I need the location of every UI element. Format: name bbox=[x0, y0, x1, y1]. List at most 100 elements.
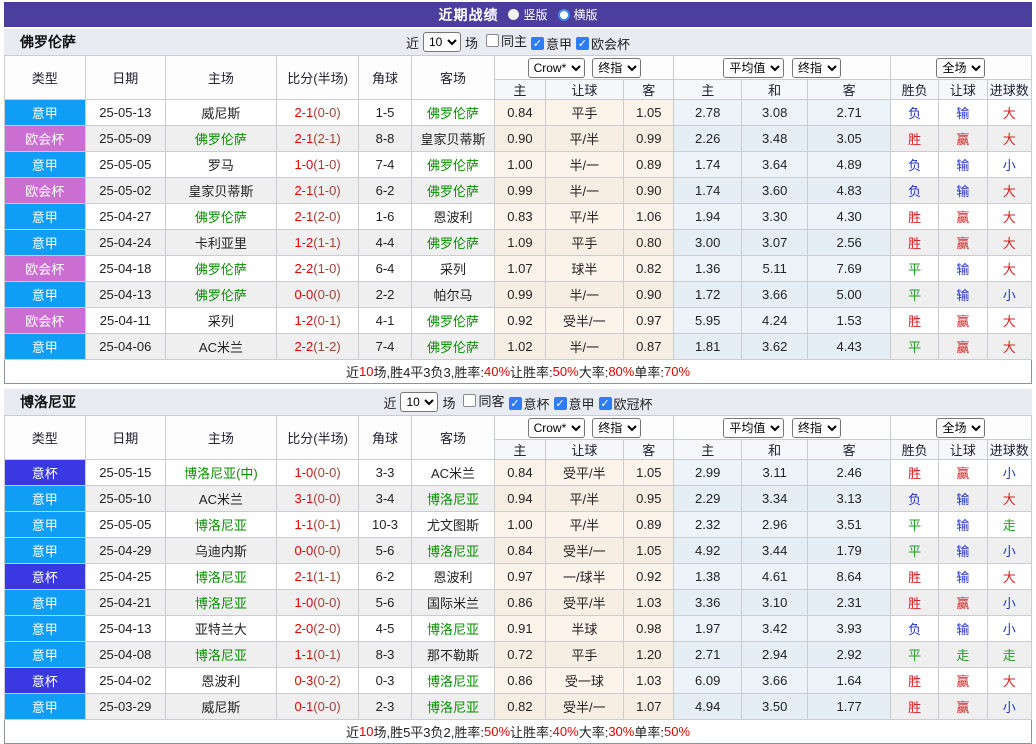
horizontal-layout-radio[interactable]: 横版 bbox=[558, 6, 598, 23]
home-team-cell: 佛罗伦萨 bbox=[166, 282, 277, 308]
match-count-select[interactable]: 10 bbox=[400, 392, 438, 412]
odds-home-cell: 0.90 bbox=[495, 126, 545, 152]
result-wdl-cell: 胜 bbox=[890, 308, 938, 334]
summary-text: 50% bbox=[484, 724, 510, 739]
result-wdl-cell: 胜 bbox=[890, 694, 938, 720]
filter-checkbox[interactable]: 同客 bbox=[463, 391, 504, 410]
summary-text: 50% bbox=[553, 364, 579, 379]
score-cell: 0-1(0-0) bbox=[276, 694, 359, 720]
date-cell: 25-04-24 bbox=[85, 230, 166, 256]
result-goals-cell: 大 bbox=[987, 334, 1031, 360]
date-cell: 25-04-08 bbox=[85, 642, 166, 668]
away-team-cell: 采列 bbox=[411, 256, 495, 282]
corner-cell: 1-6 bbox=[359, 204, 411, 230]
result-handicap-cell: 输 bbox=[939, 256, 987, 282]
odds-away-cell: 0.95 bbox=[624, 486, 674, 512]
col-type-header: 类型 bbox=[5, 56, 86, 100]
bookmaker-select[interactable]: Crow* bbox=[528, 418, 585, 438]
checkbox-unchecked-icon[interactable] bbox=[463, 394, 476, 407]
halftime-score: (1-1) bbox=[313, 235, 340, 250]
league-badge: 意甲 bbox=[5, 152, 86, 178]
result-wdl-header: 胜负 bbox=[890, 80, 938, 100]
avg-home-cell: 1.94 bbox=[674, 204, 741, 230]
table-row: 意杯25-05-15博洛尼亚(中)1-0(0-0)3-3AC米兰0.84受平/半… bbox=[5, 460, 1032, 486]
away-team-cell: 佛罗伦萨 bbox=[411, 100, 495, 126]
result-wdl-cell: 负 bbox=[890, 616, 938, 642]
filter-checkbox[interactable]: ✓欧会杯 bbox=[576, 34, 630, 53]
odds-home-cell: 0.83 bbox=[495, 204, 545, 230]
corner-cell: 6-2 bbox=[359, 178, 411, 204]
filter-checkbox[interactable]: 同主 bbox=[486, 31, 527, 50]
average-select[interactable]: 平均值 bbox=[723, 418, 784, 438]
avg-home-cell: 1.97 bbox=[674, 616, 741, 642]
odds-final-select[interactable]: 终指 bbox=[592, 418, 641, 438]
fulltime-score: 1-1 bbox=[294, 517, 313, 532]
away-team-cell: 博洛尼亚 bbox=[411, 616, 495, 642]
home-team-cell: 皇家贝蒂斯 bbox=[166, 178, 277, 204]
league-badge: 欧会杯 bbox=[5, 256, 86, 282]
avg-draw-cell: 3.66 bbox=[741, 282, 807, 308]
fulltime-select[interactable]: 全场 bbox=[936, 58, 985, 78]
avg-draw-cell: 5.11 bbox=[741, 256, 807, 282]
halftime-score: (0-0) bbox=[313, 491, 340, 506]
away-team-cell: 博洛尼亚 bbox=[411, 694, 495, 720]
odds-away-cell: 0.98 bbox=[624, 616, 674, 642]
avg-home-cell: 1.72 bbox=[674, 282, 741, 308]
average-final-select[interactable]: 终指 bbox=[792, 58, 841, 78]
checkbox-checked-icon[interactable]: ✓ bbox=[576, 37, 589, 50]
col-away-header: 客场 bbox=[411, 56, 495, 100]
date-cell: 25-04-02 bbox=[85, 668, 166, 694]
bookmaker-select[interactable]: Crow* bbox=[528, 58, 585, 78]
vertical-layout-radio[interactable]: 竖版 bbox=[508, 6, 547, 23]
odds-handicap-cell: 平手 bbox=[545, 230, 624, 256]
league-filter-group: 同主✓意甲✓欧会杯 bbox=[482, 31, 630, 53]
result-handicap-cell: 赢 bbox=[939, 590, 987, 616]
corner-cell: 5-6 bbox=[359, 538, 411, 564]
result-wdl-cell: 负 bbox=[890, 100, 938, 126]
odds-home-cell: 1.09 bbox=[495, 230, 545, 256]
odds-home-cell: 1.07 bbox=[495, 256, 545, 282]
average-final-select[interactable]: 终指 bbox=[792, 418, 841, 438]
odds-handicap-cell: 受平/半 bbox=[545, 460, 624, 486]
fulltime-select[interactable]: 全场 bbox=[936, 418, 985, 438]
odds-home-cell: 0.84 bbox=[495, 460, 545, 486]
away-team-cell: 佛罗伦萨 bbox=[411, 334, 495, 360]
corner-cell: 4-1 bbox=[359, 308, 411, 334]
halftime-score: (0-0) bbox=[313, 699, 340, 714]
vertical-layout-label: 竖版 bbox=[523, 6, 547, 23]
radio-unselected-icon[interactable] bbox=[558, 9, 570, 21]
odds-away-cell: 1.05 bbox=[624, 100, 674, 126]
filter-checkbox[interactable]: ✓意甲 bbox=[531, 34, 572, 53]
odds-handicap-cell: 球半 bbox=[545, 256, 624, 282]
col-date-header: 日期 bbox=[85, 416, 166, 460]
halftime-score: (0-0) bbox=[313, 465, 340, 480]
home-team-cell: 采列 bbox=[166, 308, 277, 334]
home-team-cell: 卡利亚里 bbox=[166, 230, 277, 256]
result-handicap-header: 让球 bbox=[939, 440, 987, 460]
summary-text: 70% bbox=[664, 364, 690, 379]
avg-away-cell: 4.43 bbox=[808, 334, 891, 360]
avg-home-header: 主 bbox=[674, 80, 741, 100]
filter-checkbox[interactable]: ✓意甲 bbox=[554, 394, 595, 413]
odds-away-cell: 1.03 bbox=[624, 590, 674, 616]
date-cell: 25-05-10 bbox=[85, 486, 166, 512]
match-count-select[interactable]: 10 bbox=[423, 32, 461, 52]
checkbox-checked-icon[interactable]: ✓ bbox=[599, 397, 612, 410]
average-select[interactable]: 平均值 bbox=[723, 58, 784, 78]
checkbox-checked-icon[interactable]: ✓ bbox=[554, 397, 567, 410]
avg-away-cell: 1.77 bbox=[808, 694, 891, 720]
fulltime-score: 0-3 bbox=[294, 673, 313, 688]
radio-selected-icon[interactable] bbox=[508, 9, 519, 20]
checkbox-checked-icon[interactable]: ✓ bbox=[509, 397, 522, 410]
checkbox-unchecked-icon[interactable] bbox=[486, 34, 499, 47]
checkbox-checked-icon[interactable]: ✓ bbox=[531, 37, 544, 50]
result-wdl-cell: 胜 bbox=[890, 460, 938, 486]
odds-handicap-cell: 平/半 bbox=[545, 512, 624, 538]
filter-checkbox[interactable]: ✓欧冠杯 bbox=[599, 394, 653, 413]
filter-checkbox[interactable]: ✓意杯 bbox=[509, 394, 550, 413]
col-date-header: 日期 bbox=[85, 56, 166, 100]
table-row: 意甲25-05-05博洛尼亚1-1(0-1)10-3尤文图斯1.00平/半0.8… bbox=[5, 512, 1032, 538]
odds-final-select[interactable]: 终指 bbox=[592, 58, 641, 78]
avg-home-cell: 2.99 bbox=[674, 460, 741, 486]
summary-text: 40% bbox=[553, 724, 579, 739]
